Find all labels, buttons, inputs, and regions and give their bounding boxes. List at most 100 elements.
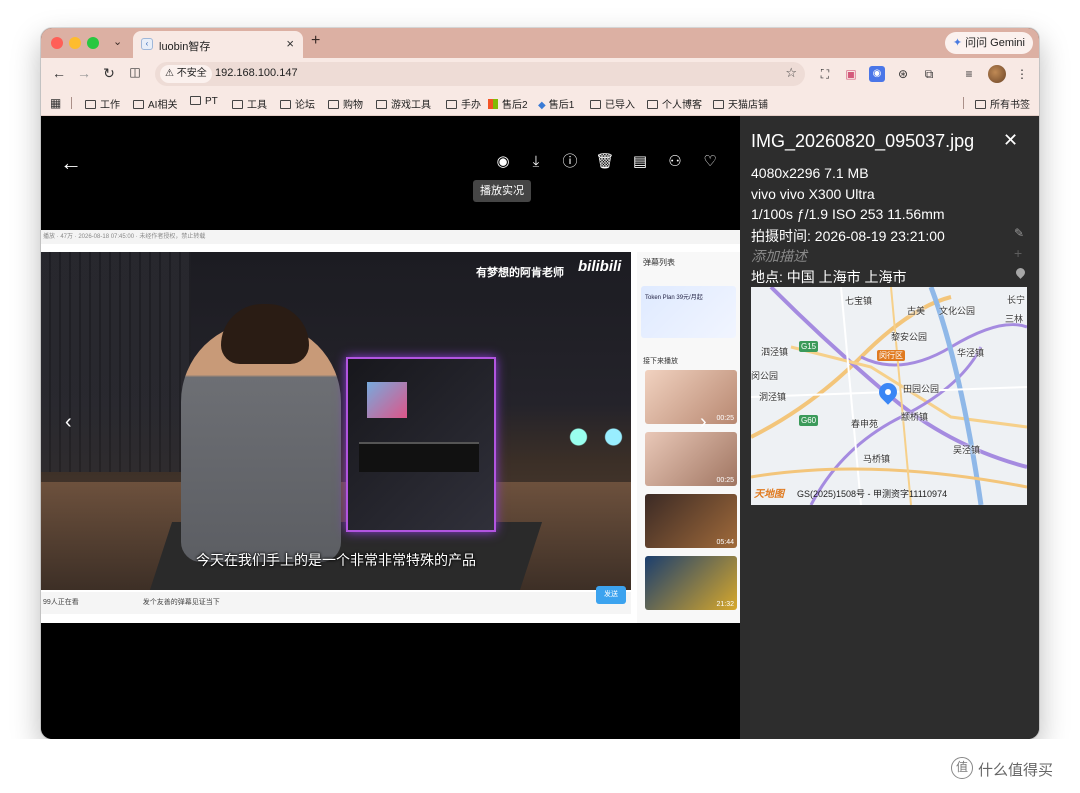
folder-icon xyxy=(232,100,243,109)
tab-bar: ⌄ ‹ luobin智存 × + ✦ 问问 Gemini xyxy=(41,28,1039,58)
bookmark-folder-imported[interactable]: 已导入 xyxy=(590,96,635,111)
bookmark-folder-game-tools[interactable]: 游戏工具 xyxy=(376,96,431,111)
address-bar[interactable]: ⚠ 不安全 192.168.100.147 ☆ xyxy=(155,62,805,86)
photo-device: vivo vivo X300 Ultra xyxy=(751,186,875,202)
bookmark-folder-ai[interactable]: AI相关 xyxy=(133,96,177,111)
photo-filename: IMG_20260820_095037.jpg xyxy=(751,131,975,151)
gemini-label: 问问 Gemini xyxy=(965,37,1025,49)
photo-player-bar: 99人正在看 发个友善的弹幕见证当下 xyxy=(41,592,631,614)
location-map[interactable]: 七宝镇 古美 文化公园 长宁 三林 泗泾镇 黎安公园 闵行区 华泾镇 闵公园 田… xyxy=(751,287,1027,505)
tab-search-chevron-icon[interactable]: ⌄ xyxy=(113,35,122,48)
bookmark-folder-tools[interactable]: 工具 xyxy=(232,96,267,111)
photo-info-panel: IMG_20260820_095037.jpg ✕ 4080x2296 7.1 … xyxy=(740,116,1039,739)
folder-icon xyxy=(975,100,986,109)
reload-button[interactable]: ↻ xyxy=(101,65,117,82)
photo-thumb: 05:44 xyxy=(645,494,737,548)
photo-person-hair xyxy=(221,304,309,364)
page-content: ← ◉ ⤓ ⓘ 🗑 ▤ ⚇ ♡ 播放实况 播放 · 47万 · 2026-08-… xyxy=(41,116,1039,739)
edit-date-pencil-icon[interactable]: ✎ xyxy=(1014,226,1024,240)
photo-thumb: 21:32 xyxy=(645,556,737,610)
bookmark-folder-blog[interactable]: 个人博客 xyxy=(647,96,702,111)
folder-icon xyxy=(133,100,144,109)
photo-danmaku-placeholder: 发个友善的弹幕见证当下 xyxy=(142,599,220,606)
window-close-button[interactable] xyxy=(51,37,63,49)
bookmark-aftersale-1[interactable]: ◆ 售后1 xyxy=(538,96,574,111)
security-label: 不安全 xyxy=(176,68,207,79)
cube-icon: ◆ xyxy=(538,100,546,111)
photo-ad-title: Token Plan 39元/月起 xyxy=(645,295,703,301)
photo-image: 播放 · 47万 · 2026-08-18 07:45:00 · 未经作者授权，… xyxy=(41,230,740,623)
album-icon[interactable]: ▤ xyxy=(630,152,650,172)
back-button[interactable]: ← xyxy=(51,65,67,81)
warning-icon: ⚠ xyxy=(165,68,174,79)
bookmark-folder-figures[interactable]: 手办 xyxy=(446,96,481,111)
delete-icon[interactable]: 🗑 xyxy=(595,152,615,172)
location-pin-icon[interactable] xyxy=(1014,266,1027,279)
map-provider-logo: 天地图 xyxy=(754,489,784,500)
blue-extension-icon[interactable]: ◉ xyxy=(869,66,885,82)
folder-icon xyxy=(328,100,339,109)
photo-uploader-name: 有梦想的阿肯老师 xyxy=(476,267,564,279)
map-copyright: GS(2025)1508号 - 甲测资字11110974 xyxy=(797,489,948,499)
bookmark-aftersale-2[interactable]: 售后2 xyxy=(488,96,528,111)
bookmarks-divider xyxy=(71,97,72,109)
photo-thumb: 00:25 xyxy=(645,432,737,486)
back-arrow-icon[interactable]: ← xyxy=(60,150,82,176)
new-tab-button[interactable]: + xyxy=(311,32,320,50)
split-view-icon[interactable]: ◫ xyxy=(127,65,143,79)
folder-icon xyxy=(446,100,457,109)
forward-button[interactable]: → xyxy=(76,65,92,81)
tab-title: luobin智存 xyxy=(159,41,211,53)
photo-next-label: 接下来播放 xyxy=(643,358,678,365)
description-input[interactable]: 添加描述 xyxy=(751,246,807,266)
photo-side-panel: 弹幕列表 Token Plan 39元/月起 接下来播放 00:25 00:25… xyxy=(637,252,740,623)
info-icon[interactable]: ⓘ xyxy=(560,152,580,172)
bookmark-folder-tmall[interactable]: 天猫店铺 xyxy=(713,96,768,111)
all-bookmarks-button[interactable]: 所有书签 xyxy=(975,96,1030,111)
gemini-sparkle-icon: ✦ xyxy=(952,37,963,49)
download-icon[interactable]: ⤓ xyxy=(526,152,546,172)
extensions-puzzle-icon[interactable]: ⧉ xyxy=(921,66,937,82)
folder-icon xyxy=(280,100,291,109)
photo-gpu xyxy=(359,442,479,472)
browser-menu-icon[interactable]: ⋮ xyxy=(1014,66,1030,82)
gemini-button[interactable]: ✦ 问问 Gemini xyxy=(944,32,1033,54)
next-photo-chevron-icon[interactable]: › xyxy=(700,411,707,434)
screenshot-extension-icon[interactable]: ⛶ xyxy=(817,66,833,82)
photo-thumb: 00:25 xyxy=(645,370,737,424)
openai-extension-icon[interactable]: ⊛ xyxy=(895,66,911,82)
live-photo-icon[interactable]: ◉ xyxy=(493,152,513,172)
tab-luobin[interactable]: ‹ luobin智存 × xyxy=(133,31,303,58)
apps-grid-icon[interactable]: ▦ xyxy=(50,96,61,110)
smzdm-watermark: 什么值得买 xyxy=(978,762,1054,779)
window-zoom-button[interactable] xyxy=(87,37,99,49)
photo-viewer: ← ◉ ⤓ ⓘ 🗑 ▤ ⚇ ♡ 播放实况 播放 · 47万 · 2026-08-… xyxy=(41,116,740,739)
photo-video-frame: 有梦想的阿肯老师 bilibili 今天在我们手上的是一个非常非常特殊的产品 xyxy=(41,252,631,590)
bookmarks-divider xyxy=(963,97,964,109)
folder-icon xyxy=(590,100,601,109)
reading-list-icon[interactable]: ≡ xyxy=(961,66,977,82)
folder-icon xyxy=(85,100,96,109)
bookmark-folder-pt[interactable]: PT xyxy=(190,96,218,107)
bookmark-folder-shopping[interactable]: 购物 xyxy=(328,96,363,111)
window-minimize-button[interactable] xyxy=(69,37,81,49)
tab-close-icon[interactable]: × xyxy=(286,36,294,51)
previous-photo-chevron-icon[interactable]: ‹ xyxy=(65,411,72,434)
close-info-icon[interactable]: ✕ xyxy=(1003,130,1018,151)
url-text[interactable]: 192.168.100.147 xyxy=(215,67,298,79)
add-description-plus-icon[interactable]: + xyxy=(1014,245,1022,261)
photo-taken-at: 拍摄时间: 2026-08-19 23:21:00 xyxy=(751,228,945,244)
live-photo-tooltip: 播放实况 xyxy=(473,180,531,202)
people-icon[interactable]: ⚇ xyxy=(665,152,685,172)
security-chip[interactable]: ⚠ 不安全 xyxy=(160,65,212,83)
bookmark-star-icon[interactable]: ☆ xyxy=(785,65,797,81)
profile-avatar[interactable] xyxy=(988,65,1006,83)
smzdm-logo-icon: 值 xyxy=(951,757,973,779)
pink-extension-icon[interactable]: ▣ xyxy=(843,66,859,82)
favorite-icon[interactable]: ♡ xyxy=(700,152,720,172)
bookmark-folder-work[interactable]: 工作 xyxy=(85,96,120,111)
bookmarks-bar: ▦ 工作 AI相关 PT 工具 论坛 购物 游戏工具 手办 售后2 ◆ 售后1 已… xyxy=(41,90,1039,116)
site-favicon-icon: ‹ xyxy=(141,38,153,50)
windows-logo-icon xyxy=(488,99,498,109)
bookmark-folder-forum[interactable]: 论坛 xyxy=(280,96,315,111)
